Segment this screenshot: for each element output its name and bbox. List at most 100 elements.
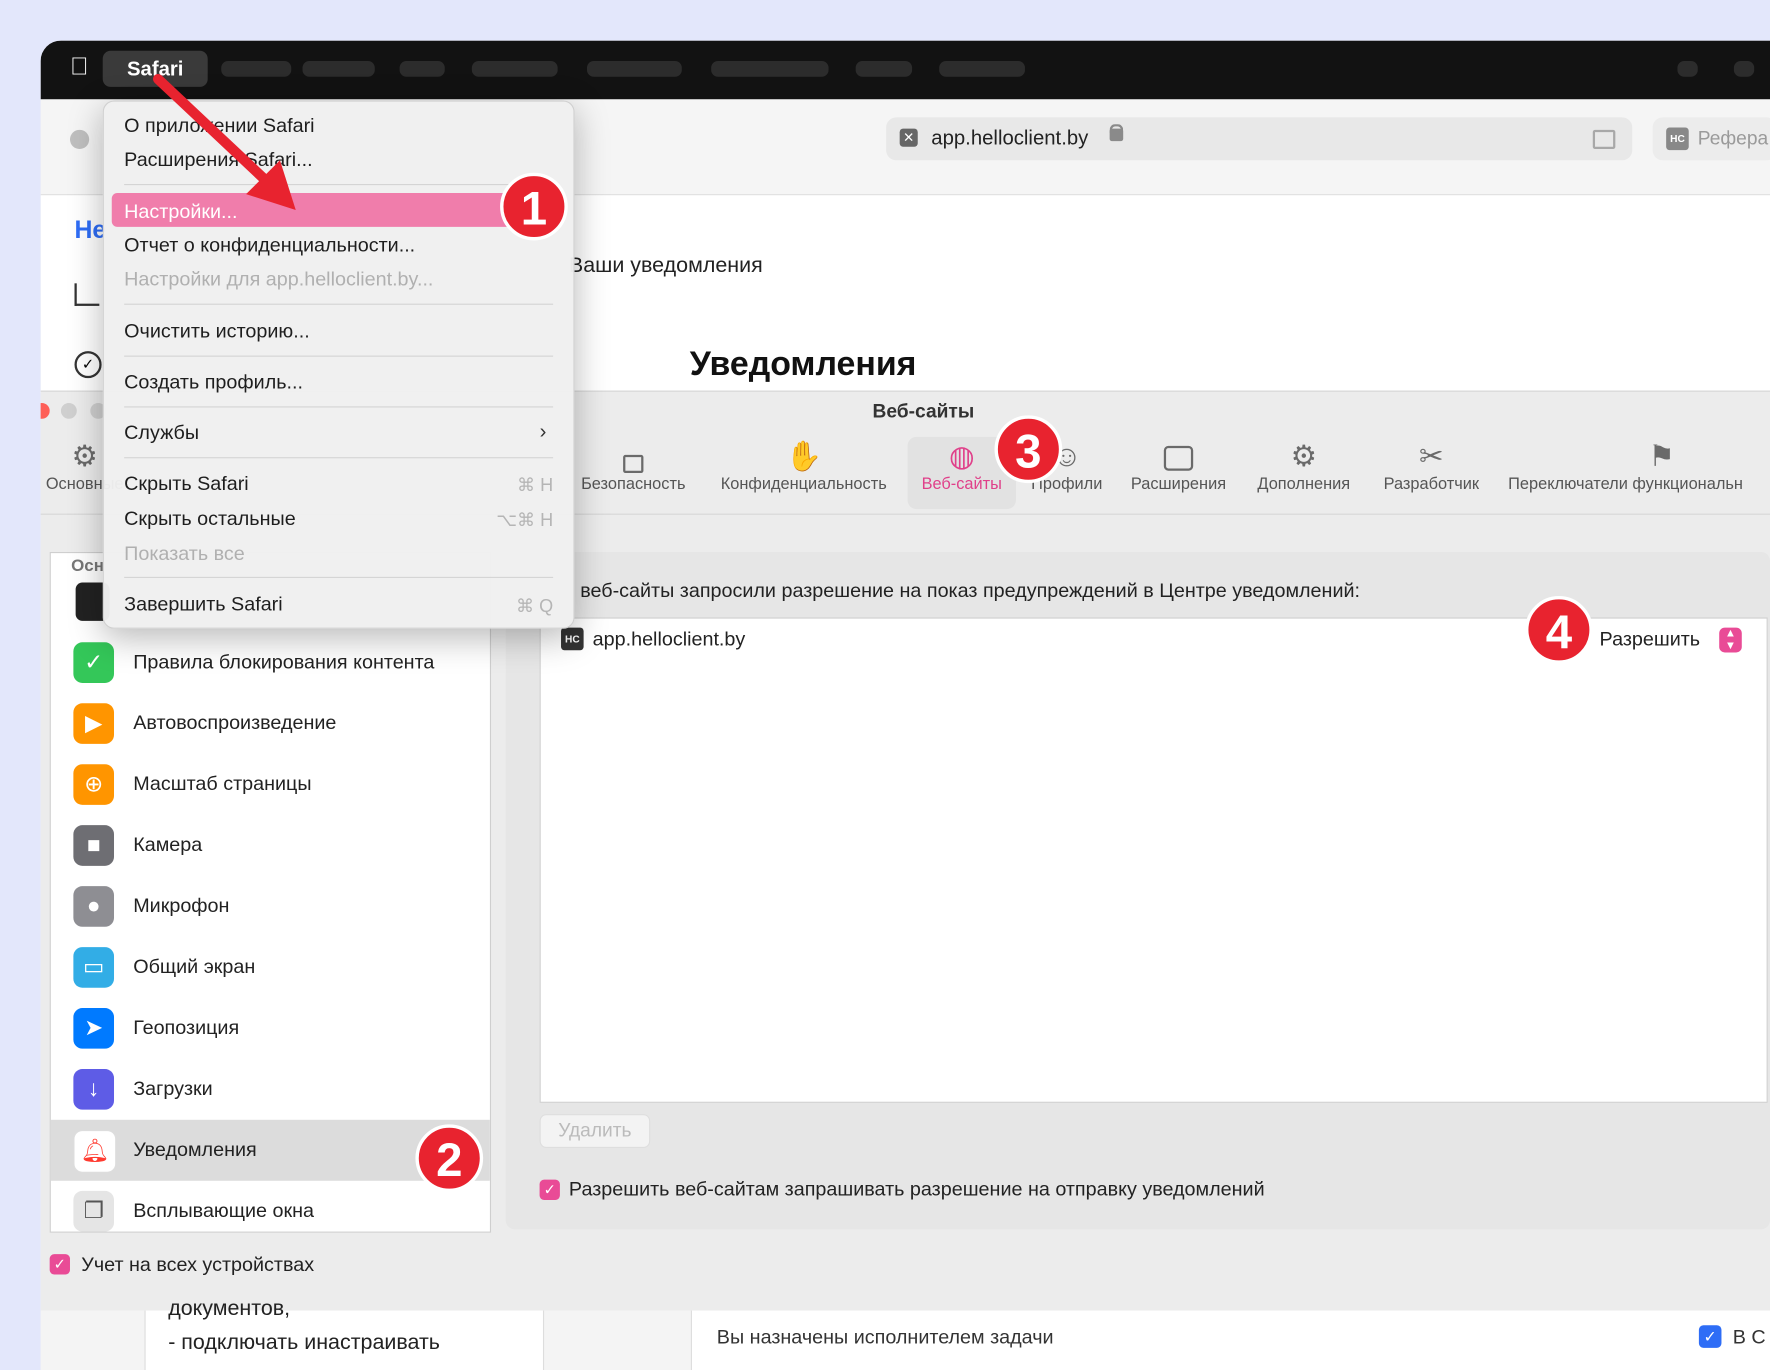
permission-value: Разрешить [1599,627,1701,651]
menu-separator [124,576,554,578]
sidebar-item-camera[interactable]: ■ Камера [51,815,490,876]
menu-item-quit[interactable]: Завершить Safari [124,593,282,617]
sidebar-section-header: Осн [71,556,104,576]
location-icon: ➤ [73,1008,115,1049]
tab-label: Дополнения [1257,475,1351,494]
close-tab-icon[interactable]: ✕ [899,128,918,147]
step-badge-3: 3 [994,415,1063,484]
menubar-item-blurred[interactable] [399,60,445,77]
allow-requests-checkbox[interactable]: ✓ [539,1179,560,1200]
window-close-dot[interactable] [69,129,90,150]
bell-icon: 🔔︎ [73,1129,117,1173]
note-card: документов, - подключать инастраивать [144,1297,545,1370]
menu-item-services[interactable]: Службы [124,421,199,445]
task-card: Вы назначены исполнителем задачи ✓ В С [690,1310,1770,1370]
chevron-updown-icon: ▲ ▼ [1719,627,1742,653]
apple-logo-icon[interactable]:  [70,52,89,81]
sidebar-item-label: Микрофон [133,894,230,917]
task-checkbox[interactable]: ✓ [1698,1325,1722,1348]
menu-item-clear-history[interactable]: Очистить историю... [124,319,310,343]
sidebar-item-page-zoom[interactable]: ⊕ Масштаб страницы [51,754,490,815]
step-badge-4: 4 [1525,596,1593,664]
tab-privacy[interactable]: ✋ Конфиденциальность [709,437,899,493]
background-bottom: документов, - подключать инастраивать Вы… [40,1297,1770,1370]
permission-select[interactable]: Разрешить ▲ ▼ [1595,624,1751,659]
sidebar-item-label: Масштаб страницы [133,772,312,795]
tab-feature-flags[interactable]: ⚑ Переключатели функциональн [1504,437,1770,493]
chart-icon[interactable] [74,283,100,306]
sidebar-item-location[interactable]: ➤ Геопозиция [51,998,490,1059]
tab-extensions[interactable]: Расширения [1122,437,1235,493]
puzzle-icon [1122,437,1235,475]
screenshot-stage:  Safari ✕ app.helloclient.by HC Реф [0,0,1770,1370]
menubar-item-blurred[interactable] [855,60,913,77]
menubar-item-blurred[interactable] [586,60,682,77]
menubar-item-blurred[interactable] [939,60,1025,77]
chevron-right-icon: › [539,419,547,443]
hand-icon: ✋ [785,439,822,473]
gears-icon: ⚙ [1290,439,1317,473]
status-icon-blurred[interactable] [1733,60,1755,77]
flags-icon: ⚑ [1648,439,1675,473]
sidebar-item-label: Автовоспроизведение [133,711,337,734]
menubar-item-blurred[interactable] [471,60,558,77]
menu-separator [124,355,554,357]
sidebar-item-popups[interactable]: ❐ Всплывающие окна [51,1181,490,1232]
tab-label: Безопасность [581,475,686,494]
download-icon: ↓ [73,1069,115,1110]
tools-icon: ✂ [1419,439,1444,473]
tab-label: Разработчик [1383,475,1480,494]
sidebar-item-screen-share[interactable]: ▭ Общий экран [51,937,490,998]
sidebar-item-label: Всплывающие окна [133,1198,315,1222]
tab-chip[interactable]: HC Рефера [1652,117,1770,161]
step-badge-1: 1 [500,172,568,241]
check-circle-icon[interactable]: ✓ [74,351,102,379]
tab-label: Расширения [1130,475,1227,494]
site-list: HC app.helloclient.by Разрешить ▲ ▼ [539,617,1768,1103]
address-bar[interactable]: ✕ app.helloclient.by [886,117,1633,161]
reader-icon[interactable] [1592,129,1616,150]
delete-button[interactable]: Удалить [539,1114,651,1149]
status-icon-blurred[interactable] [1677,60,1698,77]
sync-checkbox-label: Учет на всех устройствах [81,1253,315,1276]
microphone-icon: ● [73,886,115,927]
screen-share-icon: ▭ [73,947,115,988]
sidebar-item-label: Камера [133,833,203,856]
task-text: Вы назначены исполнителем задачи [716,1325,1054,1348]
websites-sidebar: Осн ✓ Правила блокирования контента ▶ Ав… [49,551,492,1233]
panel-heading: веб-сайты запросили разрешение на показ … [580,579,1361,602]
note-text-2: - подключать инастраивать [168,1330,440,1355]
menu-item-show-all[interactable]: Показать все [124,542,245,566]
menu-item-privacy-report[interactable]: Отчет о конфиденциальности... [124,234,415,258]
breadcrumb: Ваши уведомления [568,253,763,278]
menu-separator [124,457,554,459]
shortcut-hide: ⌘ H [517,476,554,496]
menu-item-hide-others[interactable]: Скрыть остальные [124,507,296,531]
sidebar-item-microphone[interactable]: ● Микрофон [51,876,490,937]
menu-item-new-profile[interactable]: Создать профиль... [124,370,303,394]
sidebar-item-label: Геопозиция [133,1015,240,1039]
shield-check-icon: ✓ [73,642,115,683]
step-badge-2: 2 [415,1124,484,1193]
menubar-item-blurred[interactable] [711,60,829,77]
sidebar-item-label: Общий экран [133,954,256,978]
tab-label: Переключатели функциональн [1508,475,1743,494]
sidebar-item-downloads[interactable]: ↓ Загрузки [51,1059,490,1120]
sidebar-item-content-blockers[interactable]: ✓ Правила блокирования контента [51,632,490,693]
menu-item-site-settings[interactable]: Настройки для app.helloclient.by... [124,268,433,292]
tab-security[interactable]: Безопасность [571,437,695,493]
tab-developer[interactable]: ✂ Разработчик [1373,437,1490,493]
lock-icon [571,437,695,475]
site-logo[interactable]: He [75,216,107,245]
sidebar-item-label: Загрузки [133,1076,213,1100]
arrow-annotation-icon [152,73,296,210]
shortcut-hide-others: ⌥⌘ H [496,511,554,531]
camera-icon: ■ [73,825,115,866]
tab-title: Рефера [1697,127,1769,150]
page-title: Уведомления [689,345,917,383]
menu-item-hide-safari[interactable]: Скрыть Safari [124,472,249,496]
sync-checkbox[interactable]: ✓ [49,1254,70,1275]
sidebar-item-autoplay[interactable]: ▶ Автовоспроизведение [51,693,490,754]
lock-shackle [1109,124,1124,134]
tab-addons[interactable]: ⚙ Дополнения [1246,437,1361,493]
